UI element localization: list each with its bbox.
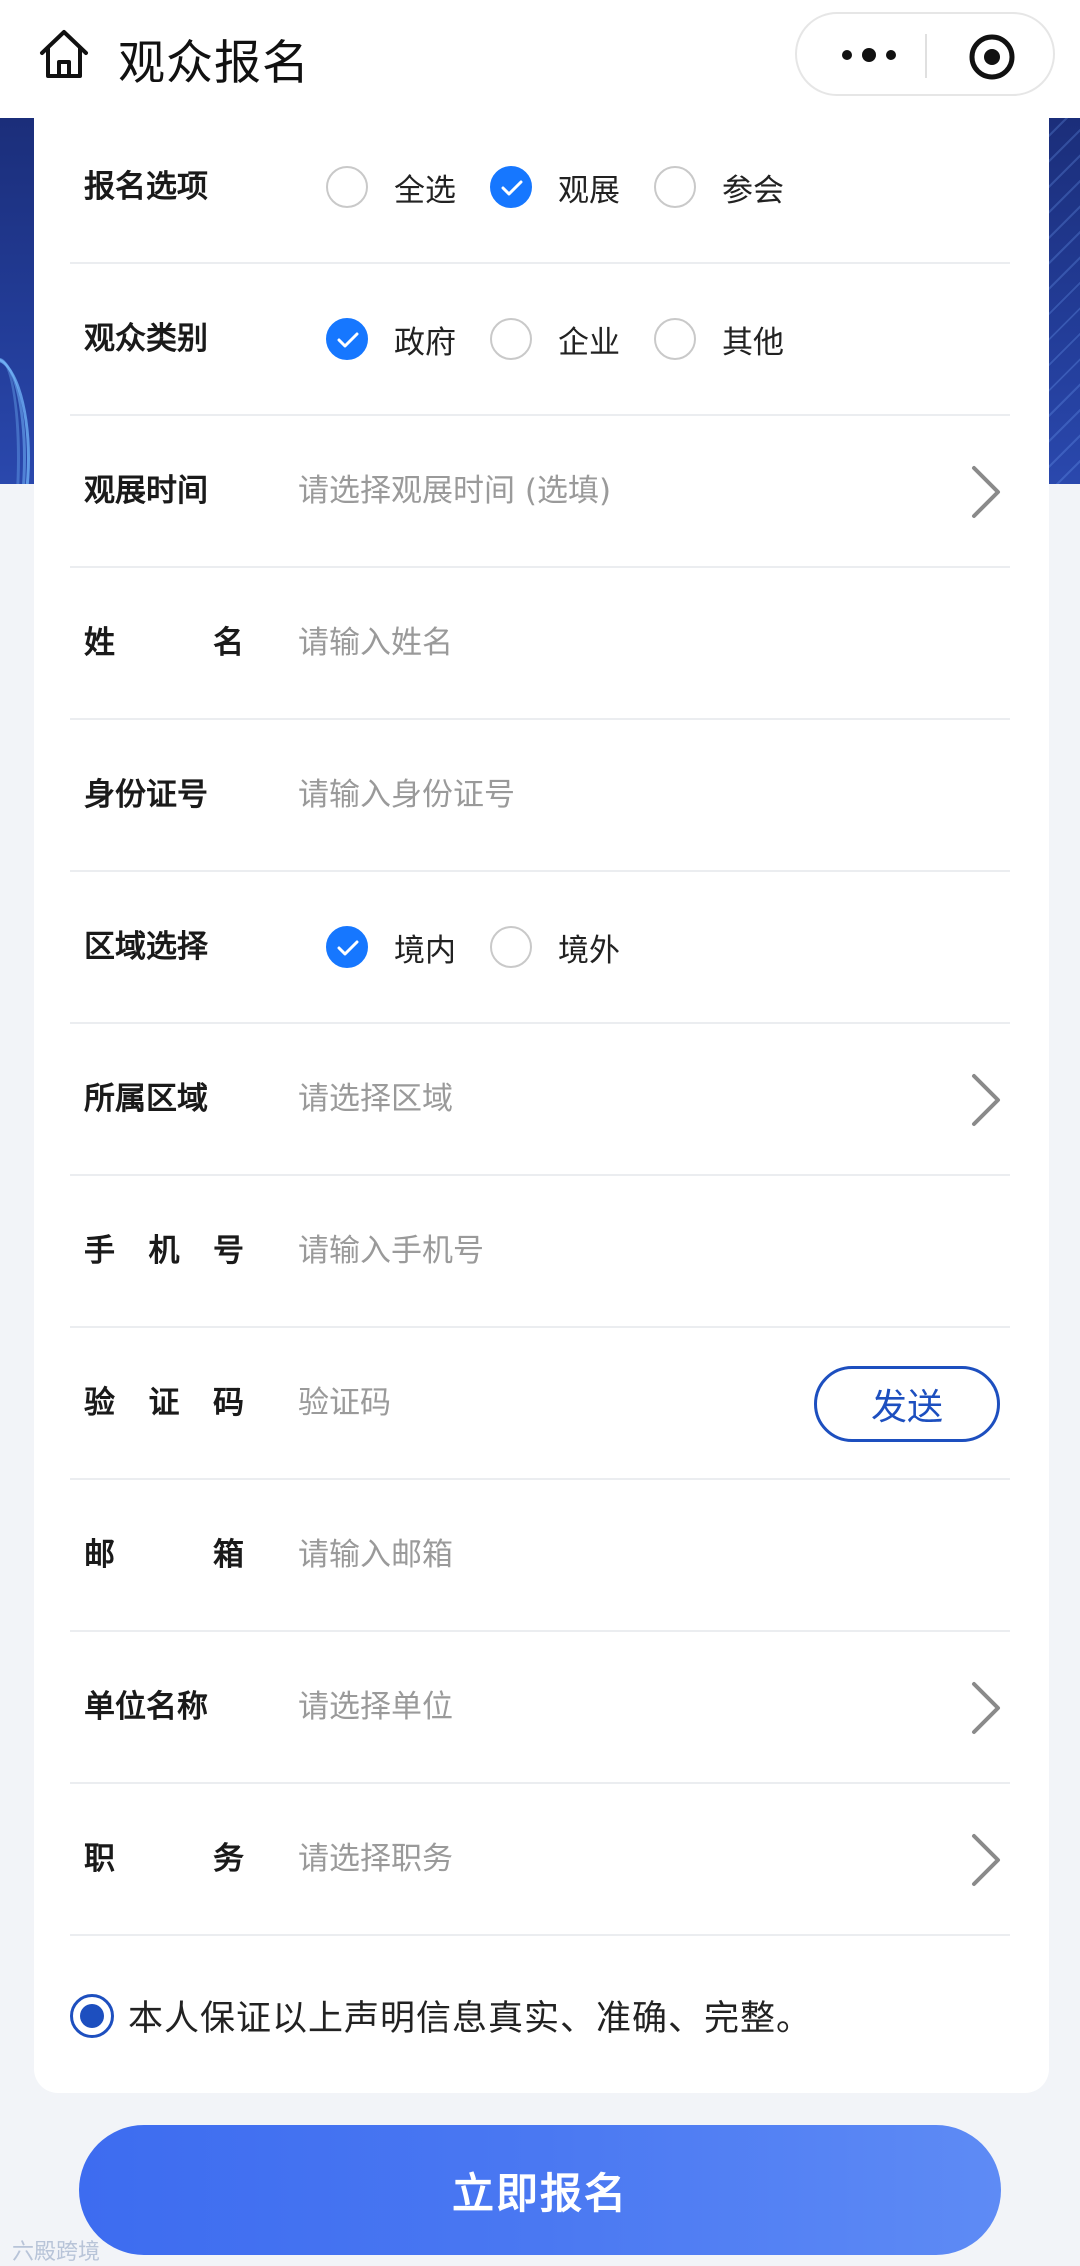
row-id-number: 身份证号 请输入身份证号 [70, 720, 1010, 872]
option-visit[interactable]: 观展 [490, 165, 620, 210]
capsule-divider [925, 34, 927, 78]
chevron-right-icon [972, 466, 1000, 518]
field-label: 验证码 [84, 1385, 244, 1421]
chevron-right-icon [972, 1074, 1000, 1126]
option-select-all[interactable]: 全选 [326, 165, 456, 210]
page-title: 观众报名 [118, 36, 310, 91]
field-label: 观众类别 [84, 321, 208, 357]
option-label: 政府 [394, 324, 456, 361]
region-picker[interactable]: 请选择区域 [298, 1024, 453, 1174]
send-code-button[interactable]: 发送 [814, 1366, 1000, 1442]
radio-dot [80, 2003, 104, 2028]
submit-button[interactable]: 立即报名 [79, 2125, 1001, 2255]
radio-icon[interactable] [490, 318, 532, 360]
chevron-right-icon [972, 1682, 1000, 1734]
radio-checked-icon[interactable] [70, 1993, 114, 2038]
radio-icon[interactable] [654, 318, 696, 360]
radio-icon[interactable] [490, 926, 532, 968]
radio-icon[interactable] [326, 166, 368, 208]
field-label: 手机号 [84, 1233, 244, 1269]
close-target-icon[interactable] [967, 32, 1017, 82]
option-conference[interactable]: 参会 [654, 165, 784, 210]
row-name: 姓名 请输入姓名 [70, 568, 1010, 720]
field-label: 姓名 [84, 625, 244, 661]
option-domestic[interactable]: 境内 [326, 925, 456, 970]
field-label: 邮箱 [84, 1537, 244, 1573]
row-position[interactable]: 职务 请选择职务 [70, 1784, 1010, 1936]
watermark: 六殿跨境 [12, 2240, 101, 2265]
option-label: 境内 [394, 932, 456, 969]
option-other[interactable]: 其他 [654, 317, 784, 362]
more-icon[interactable] [833, 40, 905, 70]
region-choice-group: 境内 境外 [326, 872, 654, 1022]
email-input[interactable]: 请输入邮箱 [298, 1480, 453, 1630]
option-label: 观展 [558, 172, 620, 209]
radio-icon[interactable] [654, 166, 696, 208]
row-region[interactable]: 所属区域 请选择区域 [70, 1024, 1010, 1176]
agreement-checkbox[interactable]: 本人保证以上声明信息真实、准确、完整。 [70, 1990, 812, 2041]
option-overseas[interactable]: 境外 [490, 925, 620, 970]
name-input[interactable]: 请输入姓名 [298, 568, 453, 718]
field-label: 报名选项 [84, 169, 208, 205]
field-label: 单位名称 [84, 1689, 208, 1725]
option-enterprise[interactable]: 企业 [490, 317, 620, 362]
visit-time-picker[interactable]: 请选择观展时间 (选填) [298, 416, 611, 566]
row-company[interactable]: 单位名称 请选择单位 [70, 1632, 1010, 1784]
radio-checked-icon[interactable] [326, 926, 368, 968]
row-phone: 手机号 请输入手机号 [70, 1176, 1010, 1328]
option-label: 参会 [722, 172, 784, 209]
row-visit-time[interactable]: 观展时间 请选择观展时间 (选填) [70, 416, 1010, 568]
registration-option-group: 全选 观展 参会 [326, 112, 818, 262]
option-label: 境外 [558, 932, 620, 969]
banner-decoration [0, 358, 20, 484]
agreement-text: 本人保证以上声明信息真实、准确、完整。 [128, 1999, 813, 2039]
row-audience-type: 观众类别 政府 企业 其他 [70, 264, 1010, 416]
option-label: 全选 [394, 172, 456, 209]
audience-type-group: 政府 企业 其他 [326, 264, 818, 414]
verification-code-input[interactable]: 验证码 [298, 1328, 391, 1478]
field-label: 所属区域 [84, 1081, 208, 1117]
nav-bar: 观众报名 [0, 0, 1080, 118]
position-picker[interactable]: 请选择职务 [298, 1784, 453, 1934]
id-number-input[interactable]: 请输入身份证号 [298, 720, 515, 870]
row-region-choice: 区域选择 境内 境外 [70, 872, 1010, 1024]
mini-program-capsule [795, 12, 1055, 96]
option-label: 其他 [722, 324, 784, 361]
option-government[interactable]: 政府 [326, 317, 456, 362]
row-registration-option: 报名选项 全选 观展 参会 [70, 112, 1010, 264]
phone-input[interactable]: 请输入手机号 [298, 1176, 484, 1326]
field-label: 观展时间 [84, 473, 208, 509]
company-picker[interactable]: 请选择单位 [298, 1632, 453, 1782]
field-label: 区域选择 [84, 929, 208, 965]
field-label: 身份证号 [84, 777, 208, 813]
row-verification-code: 验证码 验证码 发送 [70, 1328, 1010, 1480]
row-email: 邮箱 请输入邮箱 [70, 1480, 1010, 1632]
radio-checked-icon[interactable] [326, 318, 368, 360]
radio-checked-icon[interactable] [490, 166, 532, 208]
chevron-right-icon [972, 1834, 1000, 1886]
home-icon[interactable] [36, 26, 92, 82]
field-label: 职务 [84, 1841, 244, 1877]
option-label: 企业 [558, 324, 620, 361]
